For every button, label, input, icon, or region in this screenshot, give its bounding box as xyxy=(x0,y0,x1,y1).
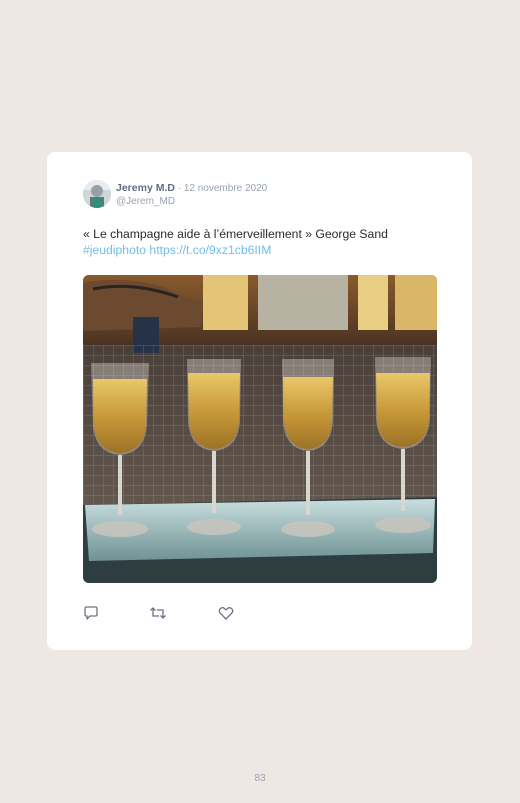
heart-icon xyxy=(218,607,234,620)
separator: · xyxy=(174,183,184,194)
tweet-card: Jeremy M.D · 12 novembre 2020 @Jerem_MD … xyxy=(47,152,472,650)
retweet-button[interactable] xyxy=(149,605,167,623)
avatar[interactable] xyxy=(83,180,111,208)
retweet-icon xyxy=(150,607,166,619)
author-handle[interactable]: @Jerem_MD xyxy=(116,195,175,208)
author-name[interactable]: Jeremy M.D xyxy=(116,182,175,194)
reply-button[interactable] xyxy=(83,605,101,623)
tweet-date[interactable]: 12 novembre 2020 xyxy=(184,183,267,194)
reply-icon xyxy=(84,606,98,620)
avatar-image xyxy=(83,180,111,208)
tweet-photo[interactable] xyxy=(83,275,437,583)
page: Jeremy M.D · 12 novembre 2020 @Jerem_MD … xyxy=(0,0,520,803)
author-row: Jeremy M.D · 12 novembre 2020 xyxy=(116,181,267,196)
tweet-text: « Le champagne aide à l’émerveillement »… xyxy=(83,227,453,258)
url-link[interactable]: https://t.co/9xz1cb6IIM xyxy=(149,243,271,257)
tweet-body: « Le champagne aide à l’émerveillement »… xyxy=(83,227,388,241)
page-number: 83 xyxy=(254,773,266,784)
like-button[interactable] xyxy=(218,605,236,623)
hashtag-link[interactable]: #jeudiphoto xyxy=(83,243,146,257)
